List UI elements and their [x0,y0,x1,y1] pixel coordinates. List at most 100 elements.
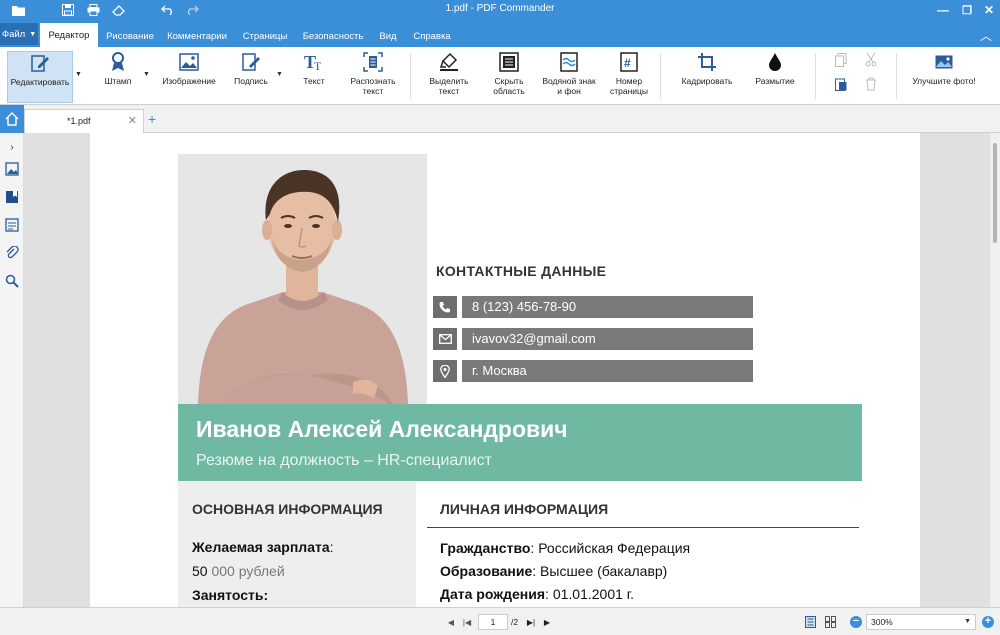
title-bar: 1.pdf - PDF Commander — ❐ ✕ [0,0,1000,20]
home-icon[interactable] [0,105,24,133]
restore-button[interactable]: ❐ [956,1,978,19]
crop-button[interactable]: Кадрировать [677,51,737,103]
ribbon-separator [815,53,816,99]
email-value: ivavov32@gmail.com [462,328,753,350]
hide-area-button[interactable]: Скрыть область [486,51,532,103]
svg-text:T: T [314,59,322,72]
blur-button[interactable]: Размытие [750,51,800,103]
bookmarks-icon[interactable] [2,187,22,207]
text-label: Текст [303,76,325,86]
expand-sidebar-icon[interactable]: › [2,137,22,157]
single-page-view-icon[interactable] [804,616,816,628]
close-icon[interactable]: ✕ [128,114,137,127]
search-icon[interactable] [2,271,22,291]
education-label: Образование [440,563,533,579]
citizenship-label: Гражданство [440,540,531,556]
drop-icon [764,51,786,73]
page-total: /2 [511,617,519,627]
enhance-photo-button[interactable]: Улучшите фото! [908,51,980,103]
tab-help[interactable]: Справка [408,25,456,47]
watermark-label: Водяной знак и фон [542,76,596,96]
mail-icon [433,328,457,350]
tab-view[interactable]: Вид [374,25,402,47]
section-divider [427,527,859,528]
edit-button[interactable]: Редактировать [7,51,73,103]
profile-photo [178,154,427,404]
tab-security[interactable]: Безопасность [298,25,368,47]
tab-pages[interactable]: Страницы [238,25,292,47]
scissors-icon[interactable] [864,53,878,67]
education-value: : Высшее (бакалавр) [532,563,668,579]
next-page-icon[interactable]: ▶| [525,616,537,628]
ocr-label: Распознать текст [350,76,396,96]
watermark-button[interactable]: Водяной знак и фон [538,51,600,103]
annotations-icon[interactable] [2,215,22,235]
page-number-button[interactable]: # Номер страницы [606,51,652,103]
minimize-button[interactable]: — [932,1,954,19]
document-tabs: *1.pdf ✕ + [24,105,1000,133]
signature-icon [240,51,262,73]
watermark-icon [558,51,580,73]
tab-editor[interactable]: Редактор [40,23,98,47]
add-tab-icon[interactable]: + [148,111,156,127]
attachment-icon[interactable] [2,243,22,263]
birthdate-line: Дата рождения: 01.01.2001 г. [440,586,634,602]
chevron-down-icon: ▼ [964,618,971,625]
employment-label: Занятость: [192,587,269,603]
birthdate-label: Дата рождения [440,586,546,602]
enhance-label: Улучшите фото! [912,76,976,86]
file-menu-button[interactable]: Файл ▼ [0,23,38,45]
trash-icon[interactable] [864,77,878,91]
document-workspace: КОНТАКТНЫЕ ДАННЫЕ 8 (123) 456-78-90 ivav… [24,133,990,607]
zoom-in-button[interactable]: + [982,616,994,628]
image-label: Изображение [162,76,216,86]
edit-icon [29,52,51,74]
salary-label: Желаемая зарплата [192,539,330,555]
tab-comments[interactable]: Комментарии [164,25,230,47]
stamp-dropdown-icon[interactable]: ▼ [143,71,151,78]
copy-icon[interactable] [834,53,848,67]
close-window-button[interactable]: ✕ [978,1,1000,19]
text-button[interactable]: TT Текст [296,51,332,103]
ocr-button[interactable]: Распознать текст [344,51,402,103]
first-page-icon[interactable]: ◀ [445,616,457,628]
blur-label: Размытие [755,76,795,86]
contact-phone: 8 (123) 456-78-90 [433,296,753,318]
signature-label: Подпись [234,76,268,86]
highlight-label: Выделить текст [429,76,469,96]
ribbon-separator [410,53,411,99]
pdf-page[interactable]: КОНТАКТНЫЕ ДАННЫЕ 8 (123) 456-78-90 ivav… [90,133,920,607]
signature-dropdown-icon[interactable]: ▼ [276,71,284,78]
svg-text:#: # [624,56,631,70]
ribbon-toolbar: Редактировать ▼ Штамп ▼ Изображение Подп… [0,47,1000,105]
collapse-ribbon-icon[interactable]: ︿ [980,27,992,44]
grid-view-icon[interactable] [824,616,836,628]
scrollbar-thumb[interactable] [993,143,997,243]
citizenship-line: Гражданство: Российская Федерация [440,540,690,556]
basic-info-heading: ОСНОВНАЯ ИНФОРМАЦИЯ [192,501,383,517]
full-name: Иванов Алексей Александрович [196,416,568,442]
zoom-select[interactable]: 300% ▼ [866,614,976,630]
ribbon-separator [660,53,661,99]
salary-value-line: 50 000 рублей [192,563,285,579]
thumbnails-icon[interactable] [2,159,22,179]
highlight-text-button[interactable]: Выделить текст [422,51,476,103]
signature-button[interactable]: Подпись [230,51,272,103]
edit-dropdown-icon[interactable]: ▼ [75,71,83,78]
ribbon-tabs: Файл ▼ Редактор Рисование Комментарии Ст… [0,20,1000,47]
paste-icon[interactable] [834,77,848,91]
salary-line: Желаемая зарплата: [192,539,334,555]
image-button[interactable]: Изображение [160,51,218,103]
zoom-out-button[interactable]: − [850,616,862,628]
status-bar: ◀ |◀ 1 /2 ▶| ▶ − 300% ▼ + [0,607,1000,635]
vertical-scrollbar[interactable] [990,133,1000,607]
page-number-input[interactable]: 1 [478,614,508,630]
tab-drawing[interactable]: Рисование [102,25,158,47]
previous-page-icon[interactable]: |◀ [461,616,473,628]
document-tab[interactable]: *1.pdf ✕ [24,109,144,133]
city-value: г. Москва [462,360,753,382]
stamp-button[interactable]: Штамп [100,51,136,103]
salary-colon: : [329,539,334,555]
last-page-icon[interactable]: ▶ [541,616,553,628]
hash-icon: # [618,51,640,73]
